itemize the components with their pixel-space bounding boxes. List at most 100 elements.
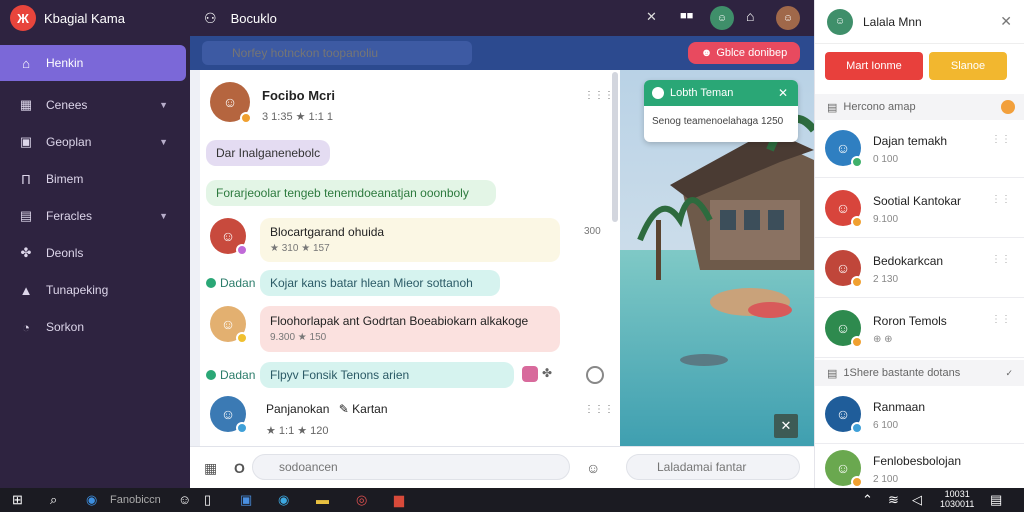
chevron-down-icon[interactable]: ✓: [1005, 368, 1013, 379]
avatar[interactable]: ☺: [710, 6, 734, 30]
search-row: ⌕ ☻ Gblce donibep: [190, 36, 814, 70]
sidebar-item-feracles[interactable]: ▤ Feracles ▼: [0, 198, 186, 234]
contact-item[interactable]: ☺ Dajan temakh 0 100 ⋮⋮: [815, 120, 1024, 178]
toast-title: Lobth Teman: [670, 87, 734, 99]
window-icon[interactable]: ▯: [204, 492, 211, 508]
sidebar-item-label: Henkin: [46, 56, 84, 70]
grid-icon[interactable]: ▦: [204, 460, 217, 477]
close-icon[interactable]: ✕: [646, 9, 657, 25]
check-icon: [652, 87, 664, 99]
avatar[interactable]: ☺: [178, 492, 191, 507]
close-icon[interactable]: ✕: [778, 86, 788, 100]
chrome-icon[interactable]: ◎: [356, 492, 367, 508]
reply-input[interactable]: [626, 454, 800, 480]
message-bubble: Blocartgarand ohuida ★ 310 ★ 157: [260, 218, 560, 262]
avatar: ☺: [827, 8, 853, 35]
contact-sub: 2 130: [873, 274, 899, 285]
action-button-label: Gblce donibep: [716, 47, 788, 59]
avatar: ☺: [825, 250, 863, 288]
reaction-icon[interactable]: ✤: [542, 366, 552, 380]
emoji-icon[interactable]: [586, 366, 604, 384]
sidebar-item-cenees[interactable]: ▦ Cenees ▼: [0, 87, 186, 123]
message-text: Panjanokan ✎ Kartan: [266, 402, 388, 416]
message-bubble: Flpyv Fonsik Tenons arien: [260, 362, 514, 388]
sidebar-item-deonls[interactable]: ✤ Deonls: [0, 235, 186, 271]
app-logo: Ж: [10, 5, 36, 31]
message-meta: ★ 310 ★ 157: [270, 243, 330, 254]
sticker-icon[interactable]: [522, 366, 538, 382]
home-icon[interactable]: ⌂: [746, 8, 754, 24]
more-icon[interactable]: ⋮⋮: [991, 254, 1011, 265]
chevron-up-icon[interactable]: ⌃: [862, 492, 873, 508]
folder-icon[interactable]: ▬: [316, 492, 329, 507]
search-icon[interactable]: ⌕: [50, 492, 57, 508]
contacts-panel: ☺ Lalala Mnn ✕ Mart Ionme Slanoe ▤ Herco…: [814, 0, 1024, 488]
notification-icon[interactable]: ▤: [990, 492, 1002, 508]
sidebar-item-geoplan[interactable]: ▣ Geoplan ▼: [0, 124, 186, 160]
avatar[interactable]: ☺: [210, 306, 248, 344]
section-header: ▤ Hercono amap: [815, 94, 1024, 120]
home-icon: ⌂: [22, 55, 30, 71]
system-label: Dadan: [206, 368, 255, 382]
avatar: ☺: [825, 396, 863, 434]
folder-icon: ▤: [827, 367, 838, 380]
contact-name: Bedokarkcan: [873, 254, 944, 268]
sidebar-item-label: Bimem: [46, 172, 84, 186]
contact-name: Roron Temols: [873, 314, 947, 328]
contact-sub: 0 100: [873, 154, 899, 165]
grid-icon: ▦: [19, 97, 33, 112]
store-icon[interactable]: ▣: [240, 492, 252, 508]
message-input[interactable]: [252, 454, 570, 480]
contact-item[interactable]: ☺ Ranmaan 6 100: [815, 386, 1024, 444]
avatar[interactable]: ☺: [210, 396, 248, 434]
system-label: Dadan: [206, 276, 255, 290]
search-input[interactable]: [202, 41, 472, 65]
person-icon[interactable]: ⚇: [204, 10, 217, 27]
more-icon[interactable]: ⋮⋮: [991, 314, 1011, 325]
windows-start-icon[interactable]: ⊞: [12, 492, 23, 508]
app-icon[interactable]: ▆: [394, 492, 404, 508]
emoji-icon[interactable]: ☺: [586, 460, 600, 476]
contact-item[interactable]: ☺ Bedokarkcan 2 130 ⋮⋮: [815, 240, 1024, 298]
more-icon[interactable]: ⋮⋮: [991, 194, 1011, 205]
scrollbar[interactable]: [612, 72, 618, 222]
camera-icon[interactable]: ■■: [680, 10, 693, 22]
contact-sub: 9.100: [873, 214, 899, 225]
sidebar-item-tunapeking[interactable]: ▲ Tunapeking: [0, 272, 186, 308]
more-icon[interactable]: ⋮⋮: [991, 134, 1011, 145]
browser-icon[interactable]: ◉: [278, 492, 289, 508]
volume-icon[interactable]: ◁: [912, 492, 922, 508]
more-icon[interactable]: ⋮⋮⋮: [584, 404, 614, 415]
sidebar-header: Ж Kbagial Kama: [0, 0, 190, 36]
message-meta: 9.300 ★ 150: [270, 332, 327, 343]
taskbar-label[interactable]: Fanobiccn: [110, 494, 161, 506]
clock-time: 10031: [944, 489, 970, 499]
message-bubble: Forarjeoolar tengeb tenemdoeanatjan ooon…: [206, 180, 496, 206]
yellow-action-button[interactable]: Slanoe: [929, 52, 1007, 80]
edge-icon[interactable]: ◉: [86, 492, 97, 508]
lock-icon: ▣: [19, 134, 33, 149]
contact-meta: 3 1:35 ★ 1:1 1: [262, 111, 334, 123]
building-icon: Π: [21, 171, 31, 187]
action-button[interactable]: ☻ Gblce donibep: [688, 42, 800, 64]
panel-title: Lalala Mnn: [863, 14, 922, 29]
contact-name: Ranmaan: [873, 400, 926, 414]
chevron-down-icon: ▼: [159, 137, 168, 147]
wifi-icon[interactable]: ≋: [888, 492, 899, 508]
notification-toast[interactable]: Lobth Teman ✕ Senog teamenoelahaga 1250: [644, 80, 798, 142]
avatar[interactable]: ☺: [210, 218, 248, 256]
avatar[interactable]: ☺: [210, 82, 252, 124]
avatar[interactable]: ☺: [776, 6, 800, 30]
contact-item[interactable]: ☺ Roron Temols ⊕ ⊕ ⋮⋮: [815, 300, 1024, 358]
close-photo-button[interactable]: ✕: [774, 414, 798, 438]
clock[interactable]: 10031 1030011: [940, 489, 974, 509]
red-action-button[interactable]: Mart Ionme: [825, 52, 923, 80]
contact-item[interactable]: ☺ Sootial Kantokar 9.100 ⋮⋮: [815, 180, 1024, 238]
more-icon[interactable]: ⋮⋮⋮: [584, 90, 614, 101]
sidebar-item-sorkon[interactable]: ◔ Sorkon: [0, 309, 186, 345]
sidebar-item-henkin[interactable]: ⌂ Henkin: [0, 45, 186, 81]
close-icon[interactable]: ✕: [1000, 13, 1012, 30]
chat-title: Bocuklo: [230, 10, 277, 26]
attach-icon[interactable]: O: [234, 460, 245, 476]
sidebar-item-bimem[interactable]: Π Bimem: [0, 161, 186, 197]
